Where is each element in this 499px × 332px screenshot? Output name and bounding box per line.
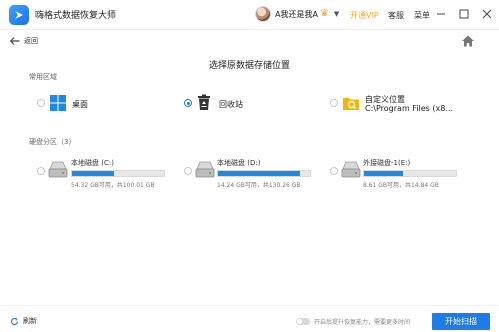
deep-scan-toggle[interactable] [296, 318, 310, 325]
drive-e-usage-bar [363, 170, 457, 177]
recycle-bin-radio[interactable] [184, 99, 192, 107]
windows-desktop-icon [49, 94, 67, 112]
window-controls [435, 7, 493, 21]
vip-link[interactable]: 开通VIP [350, 10, 379, 21]
user-account[interactable]: A我还是我A ♛ ▼ [255, 6, 339, 22]
refresh-icon [10, 317, 19, 325]
recycle-bin-icon [195, 93, 213, 111]
app-logo-icon [9, 4, 29, 25]
drive-e-name: 外接磁盘-1(E:) [363, 159, 411, 167]
back-label: 返回 [24, 37, 38, 45]
start-scan-button[interactable]: 开始扫描 [432, 313, 490, 330]
recycle-bin-label: 回收站 [219, 100, 243, 109]
crown-icon: ♛ [319, 8, 329, 19]
toggle-hint: 开启后提升恢复能力，需要更多时间 [314, 319, 411, 326]
minimize-icon[interactable] [435, 7, 447, 21]
drive-c-name: 本地磁盘 (C:) [71, 159, 114, 167]
nav-bar: 返回 [0, 31, 499, 53]
username[interactable]: A我还是我A [275, 9, 318, 20]
footer: 刷新 开启后提升恢复能力，需要更多时间 开始扫描 [0, 305, 499, 332]
chevron-down-icon[interactable]: ▼ [334, 10, 339, 18]
app-title: 嗨格式数据恢复大师 [35, 11, 117, 21]
maximize-icon[interactable] [458, 7, 470, 21]
refresh-button[interactable]: 刷新 [10, 316, 37, 326]
drive-e-usage-fill [364, 171, 403, 176]
hard-disk-icon [340, 160, 362, 180]
hard-disk-icon [194, 160, 216, 180]
drive-d-usage-fill [218, 171, 300, 176]
desktop-label: 桌面 [72, 100, 88, 109]
drive-e-size: 8.61 GB可用，共14.84 GB [363, 182, 439, 189]
home-icon[interactable] [461, 34, 475, 48]
drive-d-radio[interactable] [184, 167, 192, 175]
desktop-radio[interactable] [37, 99, 45, 107]
refresh-label: 刷新 [23, 317, 37, 325]
drive-section-label: 硬盘分区（3） [29, 138, 76, 146]
close-icon[interactable] [481, 7, 493, 21]
common-section-label: 常用区域 [29, 73, 57, 81]
page-title: 选择原数据存储位置 [208, 61, 290, 71]
drive-c-radio[interactable] [37, 167, 45, 175]
menu-button[interactable]: 菜单 [414, 10, 430, 21]
arrow-left-icon [10, 37, 20, 45]
drive-c-usage-bar [71, 170, 165, 177]
back-button[interactable]: 返回 [10, 36, 38, 46]
drive-e-radio[interactable] [330, 167, 338, 175]
custom-folder-icon [342, 95, 360, 113]
avatar[interactable] [255, 6, 271, 22]
drive-c-size: 54.32 GB可用，共100.01 GB [71, 182, 155, 189]
custom-location-radio[interactable] [330, 99, 338, 107]
drive-d-name: 本地磁盘 (D:) [217, 159, 261, 167]
hard-disk-icon [47, 160, 69, 180]
custom-location-path: C:\Program Files (x8... [365, 104, 453, 113]
customer-service-button[interactable]: 客服 [388, 10, 404, 21]
drive-d-size: 14.24 GB可用，共130.26 GB [217, 182, 301, 189]
drive-d-usage-bar [217, 170, 311, 177]
drive-c-usage-fill [72, 171, 115, 176]
